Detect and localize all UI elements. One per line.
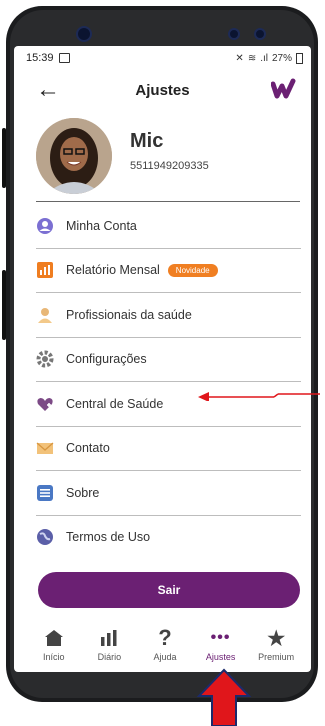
status-time: 15:39 <box>26 52 54 64</box>
report-icon <box>36 261 54 279</box>
gear-icon <box>36 350 54 368</box>
tab-diario[interactable]: Diário <box>85 627 133 662</box>
page-title: Ajustes <box>135 82 190 99</box>
question-icon: ? <box>158 625 172 650</box>
more-icon: ••• <box>210 629 231 646</box>
envelope-icon <box>36 439 54 457</box>
menu-item-termos-de-uso[interactable]: Termos de Uso <box>36 516 301 560</box>
menu-item-label: Termos de Uso <box>66 530 151 545</box>
home-icon <box>44 627 64 649</box>
app-screen: 15:39 ✕ ≋ .ıl 27% ← Ajustes Mic 55119492… <box>14 46 311 672</box>
mute-icon: ✕ <box>235 52 244 64</box>
header: ← Ajustes <box>14 74 311 110</box>
info-list-icon <box>36 484 54 502</box>
annotation-arrow-left-icon <box>198 392 320 401</box>
sensor-icon <box>228 28 240 40</box>
settings-menu: Minha Conta Relatório Mensal Novidade Pr… <box>14 204 311 559</box>
tab-premium[interactable]: ★ Premium <box>252 627 300 663</box>
menu-item-label: Contato <box>66 441 110 456</box>
battery-icon <box>296 52 303 64</box>
tab-label: Premium <box>258 652 295 662</box>
battery-level: 27% <box>271 52 292 64</box>
menu-item-central-de-saude[interactable]: Central de Saúde <box>36 382 301 427</box>
bars-icon <box>99 627 119 649</box>
volume-key <box>2 128 6 188</box>
menu-item-configuracoes[interactable]: Configurações <box>36 338 301 382</box>
menu-item-label: Relatório Mensal <box>66 263 160 278</box>
status-bar: 15:39 ✕ ≋ .ıl 27% <box>26 50 303 66</box>
tab-ajustes[interactable]: ••• Ajustes <box>197 627 245 662</box>
camera-icon <box>76 26 92 42</box>
tab-inicio[interactable]: Início <box>30 627 78 662</box>
menu-item-label: Minha Conta <box>66 218 137 233</box>
divider <box>36 201 300 202</box>
app-logo-icon <box>270 78 297 105</box>
menu-item-label: Sobre <box>66 485 100 500</box>
annotation-arrow-up-icon <box>196 668 252 726</box>
menu-item-label: Central de Saúde <box>66 396 164 411</box>
bottom-tab-bar: Início Diário ? Ajuda ••• Ajustes ★ Prem… <box>26 612 304 662</box>
profile-phone: 5511949209335 <box>130 160 209 172</box>
wifi-icon: ≋ <box>247 52 257 64</box>
sensor-icon <box>254 28 266 40</box>
tab-ajuda[interactable]: ? Ajuda <box>141 625 189 662</box>
menu-item-label: Configurações <box>66 352 147 367</box>
globe-icon <box>36 528 54 546</box>
signal-icon: .ıl <box>260 52 268 64</box>
heart-icon <box>36 395 54 413</box>
tab-label: Diário <box>97 652 122 662</box>
logout-button[interactable]: Sair <box>38 572 300 608</box>
menu-item-relatorio-mensal[interactable]: Relatório Mensal Novidade <box>36 249 301 293</box>
tab-label: Início <box>43 652 65 662</box>
tab-label: Ajustes <box>205 652 236 662</box>
new-badge: Novidade <box>167 263 218 277</box>
menu-item-contato[interactable]: Contato <box>36 427 301 471</box>
star-icon: ★ <box>267 627 286 650</box>
tab-label: Ajuda <box>153 652 177 662</box>
menu-item-sobre[interactable]: Sobre <box>36 471 301 516</box>
menu-item-minha-conta[interactable]: Minha Conta <box>36 204 301 249</box>
avatar[interactable] <box>36 118 112 194</box>
profile-name: Mic <box>130 130 164 152</box>
power-key <box>2 270 6 340</box>
professional-icon <box>36 306 54 324</box>
profile-section: Mic 5511949209335 <box>36 118 296 194</box>
gallery-icon <box>58 53 70 63</box>
menu-item-profissionais[interactable]: Profissionais da saúde <box>36 293 301 338</box>
account-icon <box>36 217 54 235</box>
menu-item-label: Profissionais da saúde <box>66 307 192 322</box>
